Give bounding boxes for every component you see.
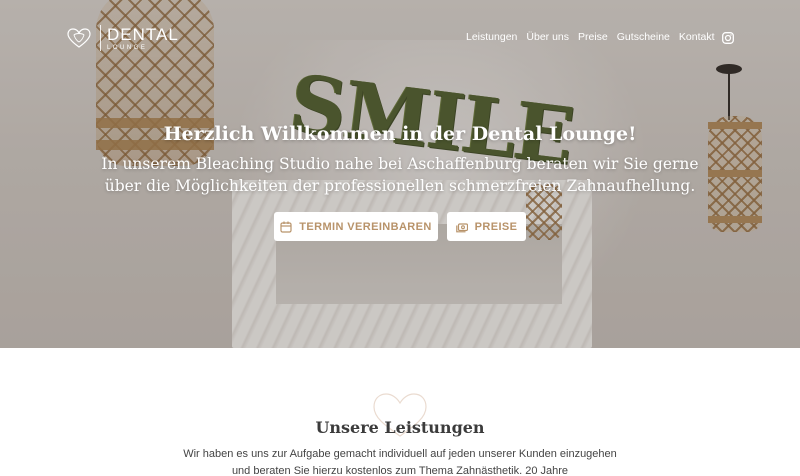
- money-icon: [455, 222, 468, 232]
- hero-subtitle: In unserem Bleaching Studio nahe bei Asc…: [101, 155, 699, 195]
- book-appointment-label: TERMIN VEREINBAREN: [299, 220, 432, 233]
- logo-subtitle: LOUNGE: [107, 44, 148, 51]
- nav-item-preise[interactable]: Preise: [578, 31, 608, 43]
- hero-section: SMILE DENTAL LOUNGE Leistungen Über uns …: [0, 0, 800, 348]
- nav-item-ueber-uns[interactable]: Über uns: [526, 31, 569, 43]
- logo-text: DENTAL LOUNGE: [107, 26, 179, 51]
- nav-item-gutscheine[interactable]: Gutscheine: [617, 31, 670, 43]
- main-nav: Leistungen Über uns Preise Gutscheine Ko…: [466, 31, 715, 43]
- services-description: Wir haben es uns zur Aufgabe gemacht ind…: [183, 448, 617, 476]
- services-title: Unsere Leistungen: [315, 418, 485, 437]
- hero-title: Herzlich Willkommen in der Dental Lounge…: [163, 123, 637, 145]
- logo-divider: [100, 25, 101, 51]
- nav-item-leistungen[interactable]: Leistungen: [466, 31, 517, 43]
- prices-button[interactable]: PREISE: [447, 212, 526, 241]
- site-logo[interactable]: DENTAL LOUNGE: [66, 24, 179, 52]
- instagram-icon[interactable]: [722, 32, 734, 44]
- calendar-icon: [280, 221, 292, 233]
- book-appointment-button[interactable]: TERMIN VEREINBAREN: [274, 212, 438, 241]
- logo-title: DENTAL: [107, 24, 179, 44]
- heart-tooth-logo-icon: [67, 28, 91, 48]
- prices-label: PREISE: [474, 220, 518, 233]
- nav-item-kontakt[interactable]: Kontakt: [679, 31, 715, 43]
